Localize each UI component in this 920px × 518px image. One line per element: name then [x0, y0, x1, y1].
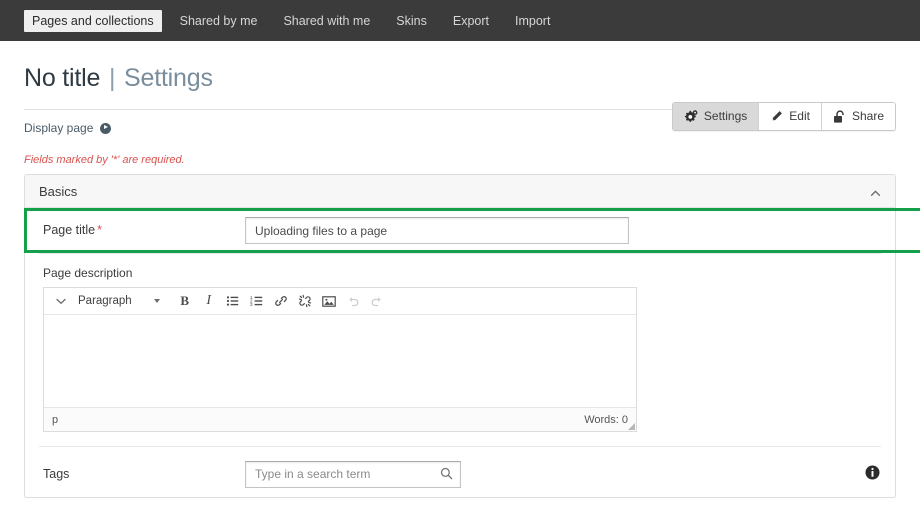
- editor-toolbar: Paragraph B I 1 2 3: [44, 288, 636, 315]
- required-asterisk: *: [97, 223, 102, 237]
- bullet-list-icon[interactable]: [222, 290, 244, 312]
- page-title: No title | Settings: [24, 63, 896, 93]
- page-header: No title | Settings: [0, 41, 920, 93]
- editor-word-count: Words: 0: [584, 413, 628, 426]
- page-title-label-text: Page title: [43, 223, 96, 237]
- nav-tab-export[interactable]: Export: [445, 10, 497, 32]
- page-description-label: Page description: [43, 266, 133, 280]
- page-action-row: Display page Settings Edit Share: [24, 102, 896, 143]
- info-icon[interactable]: [865, 465, 880, 485]
- basics-panel-title: Basics: [39, 183, 78, 199]
- basics-panel: Basics Page title* Page description: [24, 174, 920, 498]
- page-title-section: Settings: [124, 64, 213, 92]
- editor-element-path: p: [52, 413, 59, 426]
- page-description-block: Page description Paragraph B I 1 2 3 p W…: [39, 254, 881, 447]
- share-button[interactable]: Share: [821, 103, 895, 130]
- undo-icon[interactable]: [342, 290, 364, 312]
- edit-button[interactable]: Edit: [759, 103, 822, 130]
- page-title-label: Page title *: [39, 223, 245, 238]
- nav-tab-pages-and-collections[interactable]: Pages and collections: [24, 9, 162, 32]
- paragraph-format-select[interactable]: Paragraph: [74, 290, 166, 312]
- basics-panel-header[interactable]: Basics: [25, 175, 895, 208]
- required-fields-note: Fields marked by '*' are required.: [24, 154, 185, 166]
- page-mode-button-group: Settings Edit Share: [671, 102, 896, 131]
- paragraph-format-label: Paragraph: [78, 295, 132, 307]
- redo-icon[interactable]: [366, 290, 388, 312]
- top-navigation-bar: Pages and collections Shared by me Share…: [0, 0, 920, 41]
- link-icon[interactable]: [270, 290, 292, 312]
- svg-text:3: 3: [250, 302, 253, 307]
- pencil-icon: [770, 110, 783, 123]
- editor-content-area[interactable]: [44, 315, 636, 408]
- page-title-main: No title: [24, 64, 101, 92]
- tags-row: Tags: [39, 447, 881, 497]
- editor-resize-handle[interactable]: [628, 423, 635, 430]
- rich-text-editor: Paragraph B I 1 2 3 p Words: 0: [43, 287, 637, 432]
- display-page-link[interactable]: Display page: [24, 121, 112, 135]
- tags-search-input[interactable]: [245, 460, 461, 488]
- nav-tab-skins[interactable]: Skins: [388, 10, 435, 32]
- settings-button[interactable]: Settings: [672, 103, 760, 130]
- editor-status-bar: p Words: 0: [44, 408, 636, 431]
- arrow-circle-right-icon: [100, 122, 112, 134]
- display-page-label: Display page: [24, 121, 94, 135]
- edit-button-label: Edit: [789, 109, 810, 123]
- numbered-list-icon[interactable]: 1 2 3: [246, 290, 268, 312]
- nav-tab-shared-with-me[interactable]: Shared with me: [275, 10, 378, 32]
- settings-button-label: Settings: [703, 109, 748, 123]
- page-title-separator: |: [108, 64, 116, 92]
- tags-search-wrapper: [245, 460, 461, 488]
- page-title-row: Page title *: [24, 208, 920, 254]
- share-button-label: Share: [851, 109, 884, 123]
- nav-tab-shared-by-me[interactable]: Shared by me: [172, 10, 266, 32]
- gears-icon: [684, 109, 698, 124]
- chevron-up-icon[interactable]: [870, 186, 881, 197]
- nav-tab-import[interactable]: Import: [507, 10, 558, 32]
- unlock-icon: [833, 109, 846, 124]
- unlink-icon[interactable]: [294, 290, 316, 312]
- bold-icon[interactable]: B: [174, 290, 196, 312]
- image-icon[interactable]: [318, 290, 340, 312]
- caret-down-icon: [153, 299, 160, 303]
- italic-icon[interactable]: I: [198, 290, 220, 312]
- page-title-input[interactable]: [245, 217, 629, 244]
- basics-panel-body: Page title* Page description Paragraph: [24, 208, 920, 497]
- chevron-down-icon[interactable]: [50, 290, 72, 312]
- tags-label: Tags: [43, 466, 70, 481]
